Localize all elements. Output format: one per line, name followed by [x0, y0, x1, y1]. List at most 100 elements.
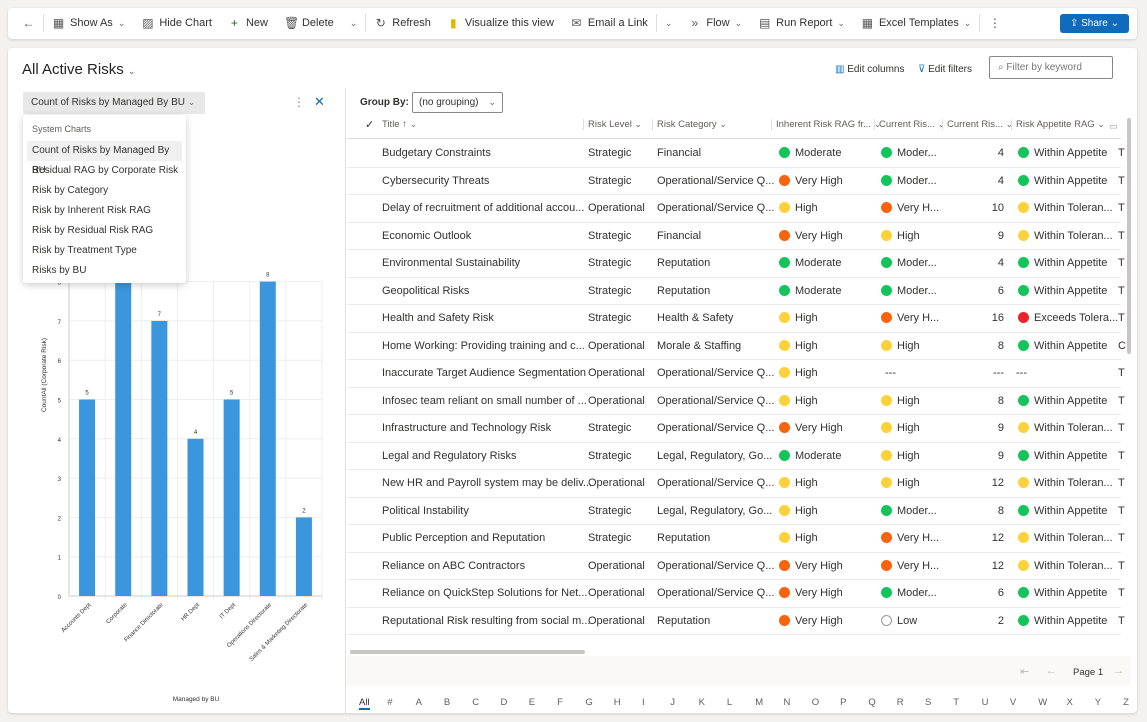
alphabet-filter-C[interactable]: C [472, 697, 479, 708]
select-all-checkbox[interactable]: ✓ [365, 118, 374, 131]
column-header[interactable]: Inherent Risk RAG fr... ⌄ [771, 119, 881, 130]
title-cell[interactable]: Delay of recruitment of additional accou… [382, 202, 584, 214]
title-cell[interactable]: Infrastructure and Technology Risk [382, 422, 551, 434]
table-row[interactable]: Inaccurate Target Audience Segmentation O… [347, 360, 1125, 388]
close-chart-icon[interactable]: ✕ [314, 94, 325, 110]
table-row[interactable]: Reliance on ABC Contractors Operational Op… [347, 553, 1125, 580]
prev-page-icon[interactable]: ← [1046, 665, 1057, 677]
view-selector[interactable]: All Active Risks ⌄ [22, 61, 135, 78]
edit-filters-button[interactable]: ⊽ Edit filters [918, 64, 972, 75]
chart-menu-item[interactable]: Risk by Treatment Type [23, 241, 186, 261]
alphabet-filter-G[interactable]: G [585, 697, 592, 708]
filter-keyword-input[interactable]: ⌕ Filter by keyword [989, 56, 1113, 79]
first-page-icon[interactable]: ⇤ [1020, 665, 1029, 678]
alphabet-filter-Y[interactable]: Y [1095, 697, 1101, 708]
run-report-button[interactable]: ▤ Run Report ⌄ [750, 16, 853, 30]
title-cell[interactable]: Infosec team reliant on small number of … [382, 395, 587, 407]
more-button[interactable]: ⋮ [980, 16, 1009, 30]
table-row[interactable]: New HR and Payroll system may be deliv..… [347, 470, 1125, 498]
title-cell[interactable]: Legal and Regulatory Risks [382, 450, 517, 462]
table-row[interactable]: Home Working: Providing training and c..… [347, 333, 1126, 360]
alphabet-filter-N[interactable]: N [784, 697, 791, 708]
alphabet-filter-D[interactable]: D [501, 697, 508, 708]
alphabet-filter-W[interactable]: W [1038, 697, 1047, 708]
column-header[interactable]: Title ↑ ⌄ [382, 119, 582, 130]
alphabet-filter-V[interactable]: V [1010, 697, 1016, 708]
alphabet-filter-B[interactable]: B [444, 697, 450, 708]
alphabet-filter-T[interactable]: T [953, 697, 959, 708]
title-cell[interactable]: Political Instability [382, 505, 469, 517]
alphabet-filter-K[interactable]: K [699, 697, 705, 708]
alphabet-filter-A[interactable]: A [416, 697, 422, 708]
show-as-button[interactable]: ▦ Show As ⌄ [44, 16, 133, 30]
title-cell[interactable]: Public Perception and Reputation [382, 532, 545, 544]
refresh-button[interactable]: ↻ Refresh [366, 16, 439, 30]
title-cell[interactable]: Home Working: Providing training and c..… [382, 340, 585, 352]
alphabet-filter-S[interactable]: S [925, 697, 931, 708]
alphabet-filter-F[interactable]: F [557, 697, 563, 708]
title-cell[interactable]: Cybersecurity Threats [382, 175, 489, 187]
title-cell[interactable]: New HR and Payroll system may be deliv..… [382, 477, 592, 489]
title-cell[interactable]: Reputational Risk resulting from social … [382, 615, 590, 627]
table-row[interactable]: Economic Outlook Strategic Financial Very H… [347, 223, 1125, 250]
alphabet-filter-P[interactable]: P [840, 697, 846, 708]
back-arrow-button[interactable]: ← [14, 16, 43, 30]
alphabet-filter-#[interactable]: # [387, 697, 392, 708]
table-row[interactable]: Environmental Sustainability Strategic Rep… [347, 250, 1125, 278]
alphabet-filter-M[interactable]: M [755, 697, 763, 708]
title-cell[interactable]: Geopolitical Risks [382, 285, 469, 297]
alphabet-filter-H[interactable]: H [614, 697, 621, 708]
column-header[interactable]: Risk Appetite RAG ⌄ [1011, 119, 1106, 130]
vertical-scrollbar[interactable] [1127, 118, 1131, 354]
next-page-icon[interactable]: → [1113, 665, 1124, 677]
column-header[interactable]: Current Ris... ⌄ [874, 119, 945, 130]
table-row[interactable]: Infosec team reliant on small number of … [347, 388, 1125, 415]
alphabet-filter-all[interactable]: All [359, 697, 370, 710]
table-row[interactable]: Geopolitical Risks Strategic Reputation Mod… [347, 278, 1125, 305]
chart-menu-item[interactable]: Residual RAG by Corporate Risk [23, 161, 186, 181]
flow-button[interactable]: » Flow ⌄ [680, 16, 750, 30]
alphabet-filter-I[interactable]: I [642, 697, 645, 708]
alphabet-filter-E[interactable]: E [529, 697, 535, 708]
table-row[interactable]: Legal and Regulatory Risks Strategic Legal… [347, 443, 1125, 470]
table-row[interactable]: Reliance on QuickStep Solutions for Net.… [347, 580, 1125, 608]
email-a-link-button[interactable]: ✉ Email a Link [562, 16, 656, 30]
title-cell[interactable]: Inaccurate Target Audience Segmentation [382, 367, 586, 379]
title-cell[interactable]: Economic Outlook [382, 230, 471, 242]
group-by-select[interactable]: (no grouping) ⌄ [412, 92, 503, 113]
column-header[interactable]: Current Ris... ⌄ [942, 119, 1013, 130]
column-header[interactable]: Risk Level ⌄ [583, 119, 645, 130]
chart-menu-item[interactable]: Risk by Category [23, 181, 186, 201]
alphabet-filter-L[interactable]: L [727, 697, 732, 708]
delete-button[interactable]: 🗑 Delete [276, 16, 342, 30]
table-row[interactable]: Health and Safety Risk Strategic Health & … [347, 305, 1125, 333]
hide-chart-button[interactable]: ▨ Hide Chart [133, 16, 220, 30]
excel-templates-button[interactable]: ▦ Excel Templates ⌄ [853, 16, 979, 30]
alphabet-filter-Z[interactable]: Z [1123, 697, 1129, 708]
title-cell[interactable]: Budgetary Constraints [382, 147, 491, 159]
table-row[interactable]: Political Instability Strategic Legal, Reg… [347, 498, 1125, 525]
table-row[interactable]: Cybersecurity Threats Strategic Operationa… [347, 168, 1125, 195]
title-cell[interactable]: Reliance on QuickStep Solutions for Net.… [382, 587, 587, 599]
column-settings-icon[interactable]: ▭ [1109, 121, 1118, 132]
horizontal-scrollbar[interactable] [350, 650, 585, 654]
table-row[interactable]: Public Perception and Reputation Strategi… [347, 525, 1125, 553]
table-row[interactable]: Budgetary Constraints Strategic Financial M… [347, 140, 1125, 168]
alphabet-filter-R[interactable]: R [897, 697, 904, 708]
alphabet-filter-X[interactable]: X [1067, 697, 1073, 708]
alphabet-filter-U[interactable]: U [982, 697, 989, 708]
table-row[interactable]: Reputational Risk resulting from social … [347, 608, 1125, 635]
alphabet-filter-J[interactable]: J [670, 697, 675, 708]
chevron-down-button[interactable]: ⌄ [657, 18, 681, 29]
alphabet-filter-O[interactable]: O [812, 697, 819, 708]
table-row[interactable]: Infrastructure and Technology Risk Strate… [347, 415, 1125, 443]
chart-menu-item[interactable]: Risk by Inherent Risk RAG [23, 201, 186, 221]
alphabet-filter-Q[interactable]: Q [868, 697, 875, 708]
title-cell[interactable]: Reliance on ABC Contractors [382, 560, 525, 572]
chart-menu-item[interactable]: Risks by BU [23, 261, 186, 281]
visualize-this-view-button[interactable]: ▮ Visualize this view [439, 16, 562, 30]
chart-menu-item[interactable]: Count of Risks by Managed By BU [27, 141, 182, 176]
more-icon[interactable]: ⋮ [293, 95, 305, 109]
chevron-down-button[interactable]: ⌄ [342, 18, 366, 29]
edit-columns-button[interactable]: ▥ Edit columns [835, 64, 904, 75]
